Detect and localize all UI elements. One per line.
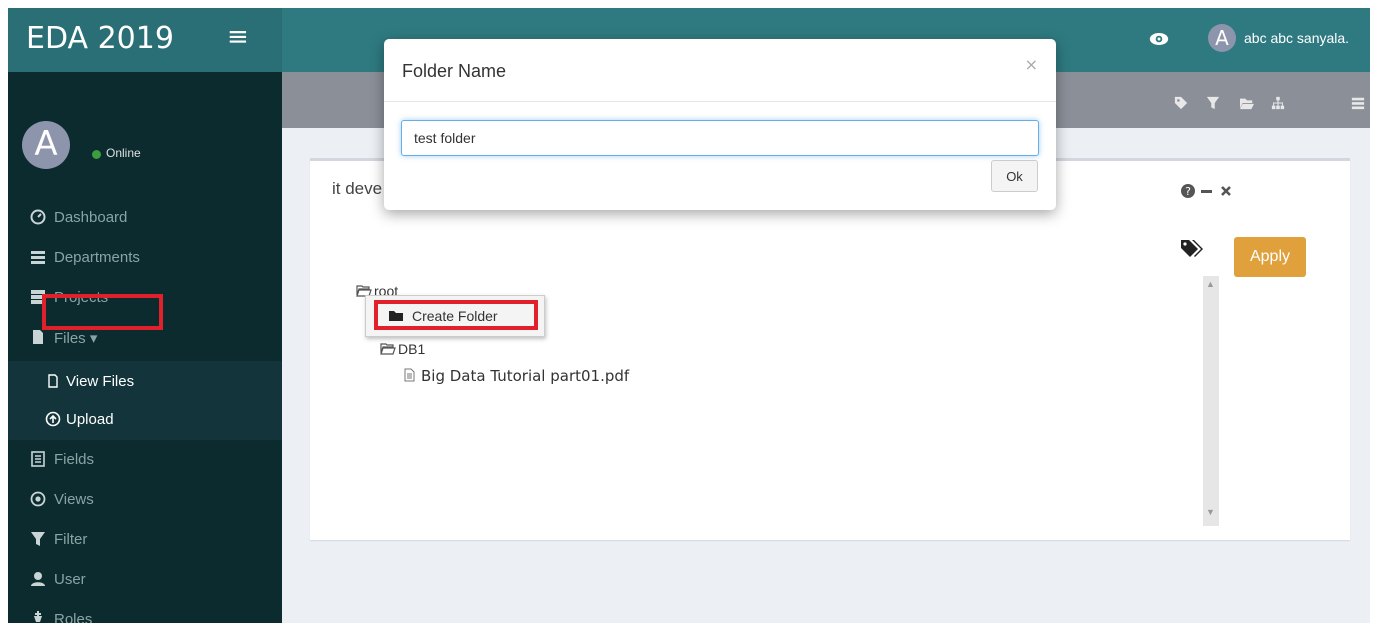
panel-tools: ? [1180,181,1250,206]
sidebar-item-label: User [54,571,86,588]
sidebar-item-departments[interactable]: Departments [8,238,282,278]
sidebar-item-label: Dashboard [54,209,128,226]
sidebar-item-upload[interactable]: Upload [8,400,282,440]
sidebar-item-label: Departments [54,249,140,266]
dialog-header: Folder Name × [384,39,1056,102]
sidebar-item-label: Upload [66,411,114,428]
filter-icon [31,532,45,546]
sidebar-avatar: A [22,121,70,169]
user-icon [31,572,45,586]
panel-tool-icons[interactable]: ? [1180,181,1250,201]
sidebar: A Online Dashboard Departments Projects … [8,72,282,623]
close-icon[interactable]: × [1025,55,1038,74]
sidebar-item-label: Views [54,491,94,508]
sidebar-item-views[interactable]: Views [8,480,282,520]
filter-icon[interactable] [1206,96,1220,110]
dialog-title: Folder Name [402,61,507,81]
upload-icon [45,411,61,427]
sidebar-item-view-files[interactable]: View Files [8,362,282,402]
tree-node-db1[interactable]: DB1 [380,341,425,357]
app-window: EDA 2019 ≡ A abc abc sanyala. A Online D… [8,8,1370,623]
online-status-text: Online [106,146,141,160]
scroll-down-icon[interactable]: ▼ [1206,507,1215,517]
tree-node-label: DB1 [398,341,426,357]
folder-open-icon [380,343,396,355]
sidebar-item-label: View Files [66,373,135,390]
online-status-dot [92,150,101,159]
folder-name-input[interactable] [401,120,1039,156]
folder-open-icon[interactable] [1238,96,1256,110]
file-outline-icon [48,374,58,388]
dashboard-icon [30,209,46,225]
sidebar-item-fields[interactable]: Fields [8,440,282,480]
tree-node-label: Big Data Tutorial part01.pdf [421,367,630,385]
sidebar-item-label: Fields [54,451,95,468]
svg-text:?: ? [1185,185,1191,198]
dot-circle-icon [30,491,46,507]
view-files-highlight [42,294,163,330]
sidebar-item-label: Files ▾ [54,330,98,347]
tags-icon[interactable] [1180,239,1206,259]
chess-king-icon [33,611,43,623]
list-icon [31,251,45,264]
list-icon[interactable] [1351,96,1365,110]
context-menu: Create Folder [365,295,545,337]
panel-title: it deve [332,179,383,198]
apply-button[interactable]: Apply [1234,237,1306,277]
sidebar-item-roles[interactable]: Roles [8,600,282,623]
ok-button[interactable]: Ok [991,160,1038,192]
tree-node-file[interactable]: Big Data Tutorial part01.pdf [404,367,629,385]
sidebar-item-label: Filter [54,531,88,548]
tag-icon[interactable] [1174,96,1188,110]
header-user-name[interactable]: abc abc sanyala. [1244,30,1349,46]
sidebar-item-dashboard[interactable]: Dashboard [8,198,282,238]
list-alt-icon [31,451,45,467]
sidebar-item-label: Roles [54,611,93,623]
folder-icon [389,311,403,321]
hamburger-icon[interactable]: ≡ [227,22,249,52]
header-avatar[interactable]: A [1208,24,1236,52]
sidebar-item-user[interactable]: User [8,560,282,600]
file-text-icon [404,368,415,382]
file-tree-panel: it deve ? Apply ▲ ▼ root DB1 Big Data Tu… [310,158,1350,540]
brand-text: EDA 2019 [26,21,174,56]
sidebar-item-filter[interactable]: Filter [8,520,282,560]
folder-name-dialog: Folder Name × Ok [384,39,1056,210]
create-folder-menu-item[interactable]: Create Folder [374,300,538,330]
eye-icon[interactable] [1148,28,1170,50]
scroll-up-icon[interactable]: ▲ [1206,279,1215,289]
sitemap-icon[interactable] [1271,96,1285,110]
file-icon [33,330,43,344]
scrollbar[interactable] [1203,276,1219,526]
menu-item-label: Create Folder [412,308,498,324]
